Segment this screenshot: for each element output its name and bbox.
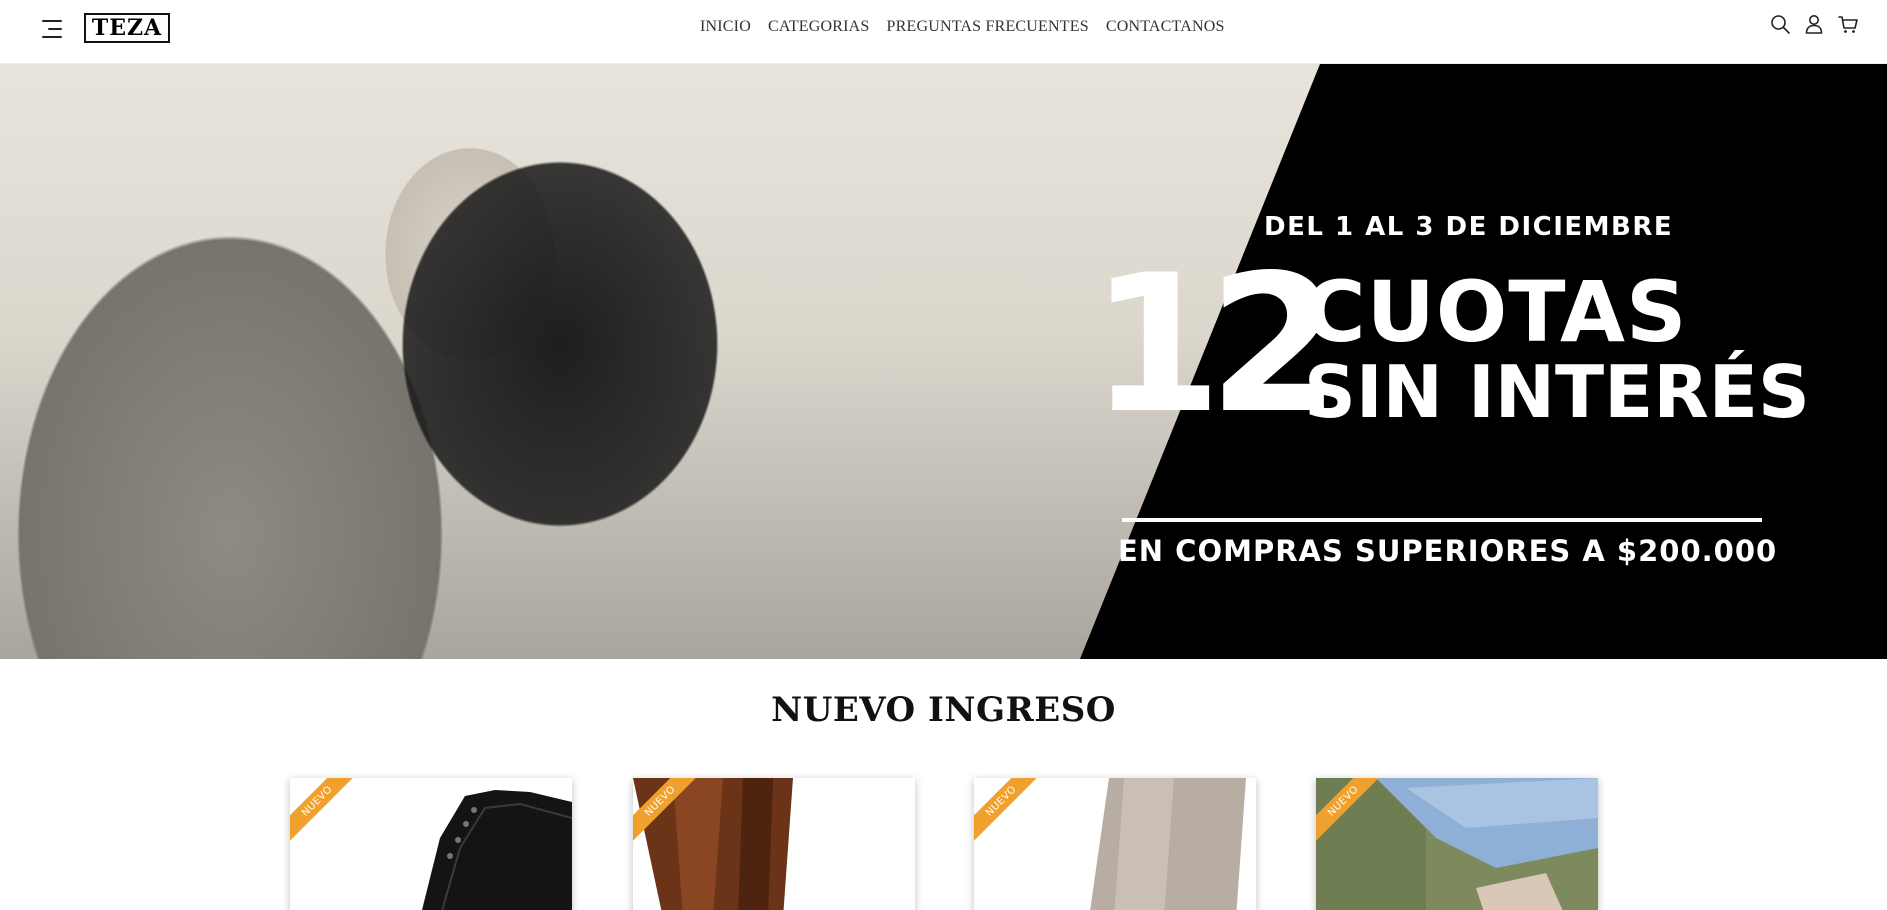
- hero-divider: [1122, 518, 1762, 522]
- hero-line-2: SIN INTERÉS: [1304, 350, 1810, 434]
- hero-banner[interactable]: DEL 1 AL 3 DE DICIEMBRE 12 CUOTAS SIN IN…: [0, 64, 1887, 659]
- search-icon[interactable]: [1769, 13, 1791, 35]
- product-card[interactable]: NUEVO: [290, 778, 572, 910]
- main-nav: INICIO CATEGORIAS PREGUNTAS FRECUENTES C…: [700, 18, 1225, 36]
- hamburger-menu-icon[interactable]: [40, 16, 66, 42]
- hero-line-1: CUOTAS: [1304, 263, 1688, 361]
- logo[interactable]: TEZA: [84, 13, 170, 43]
- section-title: NUEVO INGRESO: [771, 690, 1116, 730]
- product-grid: NUEVO NUEVO NUEVO NUEVO: [290, 778, 1600, 910]
- nav-item-contactanos[interactable]: CONTACTANOS: [1106, 18, 1225, 36]
- site-header: TEZA INICIO CATEGORIAS PREGUNTAS FRECUEN…: [0, 0, 1887, 64]
- cart-icon[interactable]: [1837, 13, 1859, 35]
- logo-text: TEZA: [91, 15, 163, 41]
- nav-item-preguntas-frecuentes[interactable]: PREGUNTAS FRECUENTES: [887, 18, 1089, 36]
- hero-bottom-text: EN COMPRAS SUPERIORES A $200.000: [1118, 534, 1778, 568]
- nav-item-categorias[interactable]: CATEGORIAS: [768, 18, 870, 36]
- account-icon[interactable]: [1803, 13, 1825, 35]
- product-card[interactable]: NUEVO: [1316, 778, 1598, 910]
- hero-number: 12: [1090, 234, 1340, 455]
- product-card[interactable]: NUEVO: [974, 778, 1256, 910]
- product-card[interactable]: NUEVO: [633, 778, 915, 910]
- nav-item-inicio[interactable]: INICIO: [700, 18, 751, 36]
- header-icons: [1769, 13, 1859, 35]
